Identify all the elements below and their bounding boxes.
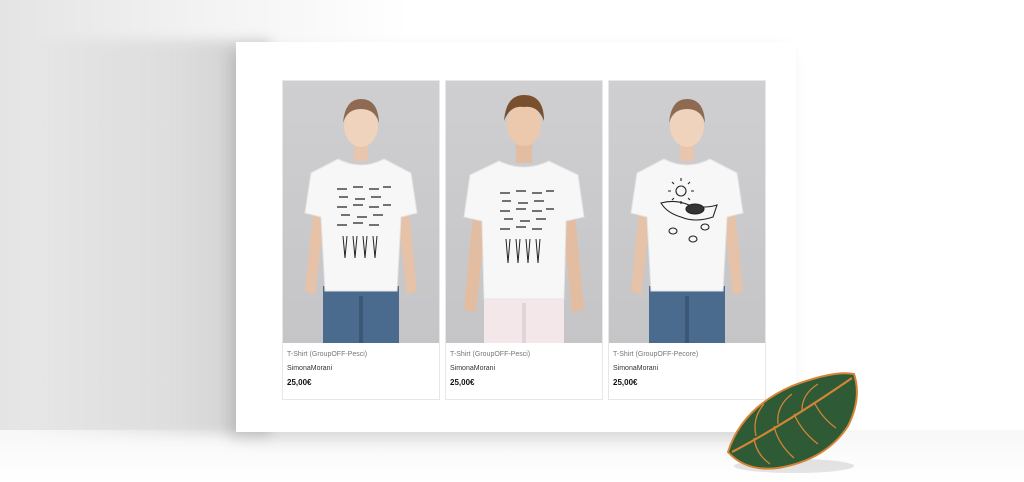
product-price: 25,00€ [287, 378, 312, 387]
product-title[interactable]: T-Shirt (GroupOFF-Pesci) [287, 351, 367, 358]
product-brand[interactable]: SimonaMorani [613, 365, 658, 372]
product-image[interactable] [609, 81, 765, 343]
floor [0, 430, 1024, 482]
product-image[interactable] [283, 81, 439, 343]
model-female-pecore [630, 99, 744, 343]
product-card[interactable]: T-Shirt (GroupOFF-Pecore) SimonaMorani 2… [608, 80, 766, 400]
product-title[interactable]: T-Shirt (GroupOFF-Pesci) [450, 351, 530, 358]
leaf-decoration [726, 372, 858, 473]
product-price: 25,00€ [450, 378, 475, 387]
board-shadow [30, 40, 270, 435]
product-card[interactable]: T-Shirt (GroupOFF-Pesci) SimonaMorani 25… [282, 80, 440, 400]
model-male-pesci [463, 95, 585, 343]
product-card[interactable]: T-Shirt (GroupOFF-Pesci) SimonaMorani 25… [445, 80, 603, 400]
product-brand[interactable]: SimonaMorani [287, 365, 332, 372]
model-female-pesci [304, 99, 418, 343]
product-price: 25,00€ [613, 378, 638, 387]
mockup-board: T-Shirt (GroupOFF-Pesci) SimonaMorani 25… [236, 42, 796, 432]
product-title[interactable]: T-Shirt (GroupOFF-Pecore) [613, 351, 698, 358]
product-image[interactable] [446, 81, 602, 343]
product-brand[interactable]: SimonaMorani [450, 365, 495, 372]
